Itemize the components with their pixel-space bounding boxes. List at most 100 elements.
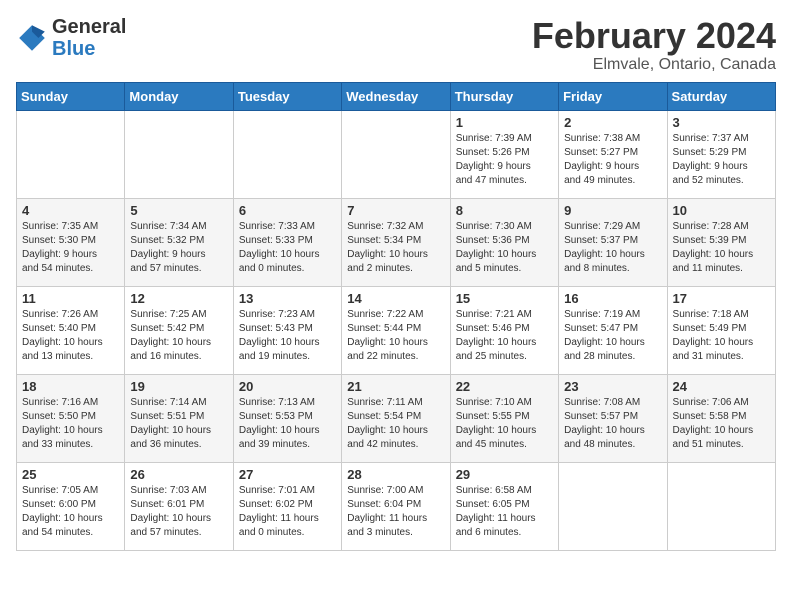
cell-w5-d6	[559, 462, 667, 550]
cell-w1-d3	[233, 110, 341, 198]
day-info: Sunrise: 7:11 AM Sunset: 5:54 PM Dayligh…	[347, 396, 444, 452]
day-number: 15	[456, 291, 553, 306]
day-info: Sunrise: 7:03 AM Sunset: 6:01 PM Dayligh…	[130, 484, 227, 540]
cell-w3-d3: 13 Sunrise: 7:23 AM Sunset: 5:43 PM Dayli…	[233, 286, 341, 374]
calendar-title: February 2024	[532, 16, 776, 56]
day-number: 24	[673, 379, 770, 394]
cell-w1-d6: 2Sunrise: 7:38 AM Sunset: 5:27 PM Daylig…	[559, 110, 667, 198]
cell-w3-d7: 17 Sunrise: 7:18 AM Sunset: 5:49 PM Dayli…	[667, 286, 775, 374]
day-number: 9	[564, 203, 661, 218]
day-number: 27	[239, 467, 336, 482]
day-number: 3	[673, 115, 770, 130]
day-number: 13	[239, 291, 336, 306]
day-number: 29	[456, 467, 553, 482]
cell-w4-d3: 20 Sunrise: 7:13 AM Sunset: 5:53 PM Dayli…	[233, 374, 341, 462]
day-info: Sunrise: 7:29 AM Sunset: 5:37 PM Dayligh…	[564, 220, 661, 276]
header-monday: Monday	[125, 82, 233, 110]
cell-w5-d2: 26 Sunrise: 7:03 AM Sunset: 6:01 PM Dayli…	[125, 462, 233, 550]
week-row-2: 4 Sunrise: 7:35 AM Sunset: 5:30 PM Daylig…	[17, 198, 776, 286]
day-info: Sunrise: 7:18 AM Sunset: 5:49 PM Dayligh…	[673, 308, 770, 364]
day-number: 5	[130, 203, 227, 218]
cell-w2-d2: 5 Sunrise: 7:34 AM Sunset: 5:32 PM Daylig…	[125, 198, 233, 286]
header-wednesday: Wednesday	[342, 82, 450, 110]
day-number: 28	[347, 467, 444, 482]
day-info: Sunrise: 7:06 AM Sunset: 5:58 PM Dayligh…	[673, 396, 770, 452]
day-info: Sunrise: 7:01 AM Sunset: 6:02 PM Dayligh…	[239, 484, 336, 540]
day-info: Sunrise: 7:05 AM Sunset: 6:00 PM Dayligh…	[22, 484, 119, 540]
day-info: Sunrise: 7:00 AM Sunset: 6:04 PM Dayligh…	[347, 484, 444, 540]
day-info: Sunrise: 7:32 AM Sunset: 5:34 PM Dayligh…	[347, 220, 444, 276]
cell-w5-d5: 29 Sunrise: 6:58 AM Sunset: 6:05 PM Dayli…	[450, 462, 558, 550]
day-info: Sunrise: 7:38 AM Sunset: 5:27 PM Dayligh…	[564, 132, 661, 188]
cell-w3-d5: 15 Sunrise: 7:21 AM Sunset: 5:46 PM Dayli…	[450, 286, 558, 374]
week-row-3: 11Sunrise: 7:26 AM Sunset: 5:40 PM Dayli…	[17, 286, 776, 374]
cell-w3-d1: 11Sunrise: 7:26 AM Sunset: 5:40 PM Dayli…	[17, 286, 125, 374]
header-tuesday: Tuesday	[233, 82, 341, 110]
week-row-1: 1 Sunrise: 7:39 AM Sunset: 5:26 PM Daylig…	[17, 110, 776, 198]
day-number: 4	[22, 203, 119, 218]
week-row-4: 18 Sunrise: 7:16 AM Sunset: 5:50 PM Dayli…	[17, 374, 776, 462]
day-info: Sunrise: 7:35 AM Sunset: 5:30 PM Dayligh…	[22, 220, 119, 276]
logo-text: GeneralBlue	[52, 16, 126, 60]
cell-w1-d4	[342, 110, 450, 198]
day-number: 26	[130, 467, 227, 482]
cell-w4-d4: 21 Sunrise: 7:11 AM Sunset: 5:54 PM Dayli…	[342, 374, 450, 462]
day-number: 14	[347, 291, 444, 306]
cell-w2-d5: 8Sunrise: 7:30 AM Sunset: 5:36 PM Daylig…	[450, 198, 558, 286]
day-info: Sunrise: 7:33 AM Sunset: 5:33 PM Dayligh…	[239, 220, 336, 276]
cell-w1-d5: 1 Sunrise: 7:39 AM Sunset: 5:26 PM Daylig…	[450, 110, 558, 198]
cell-w2-d4: 7 Sunrise: 7:32 AM Sunset: 5:34 PM Daylig…	[342, 198, 450, 286]
cell-w3-d6: 16Sunrise: 7:19 AM Sunset: 5:47 PM Dayli…	[559, 286, 667, 374]
day-number: 12	[130, 291, 227, 306]
day-info: Sunrise: 7:28 AM Sunset: 5:39 PM Dayligh…	[673, 220, 770, 276]
cell-w2-d1: 4 Sunrise: 7:35 AM Sunset: 5:30 PM Daylig…	[17, 198, 125, 286]
day-number: 22	[456, 379, 553, 394]
cell-w4-d6: 23Sunrise: 7:08 AM Sunset: 5:57 PM Dayli…	[559, 374, 667, 462]
cell-w4-d1: 18 Sunrise: 7:16 AM Sunset: 5:50 PM Dayli…	[17, 374, 125, 462]
day-info: Sunrise: 6:58 AM Sunset: 6:05 PM Dayligh…	[456, 484, 553, 540]
day-info: Sunrise: 7:13 AM Sunset: 5:53 PM Dayligh…	[239, 396, 336, 452]
page-header: GeneralBlue February 2024 Elmvale, Ontar…	[16, 16, 776, 74]
day-info: Sunrise: 7:16 AM Sunset: 5:50 PM Dayligh…	[22, 396, 119, 452]
day-number: 16	[564, 291, 661, 306]
day-info: Sunrise: 7:23 AM Sunset: 5:43 PM Dayligh…	[239, 308, 336, 364]
cell-w1-d1	[17, 110, 125, 198]
logo: GeneralBlue	[16, 16, 126, 60]
day-number: 21	[347, 379, 444, 394]
day-info: Sunrise: 7:39 AM Sunset: 5:26 PM Dayligh…	[456, 132, 553, 188]
day-info: Sunrise: 7:37 AM Sunset: 5:29 PM Dayligh…	[673, 132, 770, 188]
cell-w1-d2	[125, 110, 233, 198]
cell-w4-d5: 22Sunrise: 7:10 AM Sunset: 5:55 PM Dayli…	[450, 374, 558, 462]
day-number: 23	[564, 379, 661, 394]
day-number: 10	[673, 203, 770, 218]
day-number: 19	[130, 379, 227, 394]
cell-w3-d2: 12Sunrise: 7:25 AM Sunset: 5:42 PM Dayli…	[125, 286, 233, 374]
header-friday: Friday	[559, 82, 667, 110]
header-row: Sunday Monday Tuesday Wednesday Thursday…	[17, 82, 776, 110]
header-saturday: Saturday	[667, 82, 775, 110]
day-number: 18	[22, 379, 119, 394]
cell-w2-d6: 9 Sunrise: 7:29 AM Sunset: 5:37 PM Daylig…	[559, 198, 667, 286]
day-number: 1	[456, 115, 553, 130]
day-number: 6	[239, 203, 336, 218]
day-number: 25	[22, 467, 119, 482]
header-thursday: Thursday	[450, 82, 558, 110]
day-number: 20	[239, 379, 336, 394]
day-info: Sunrise: 7:14 AM Sunset: 5:51 PM Dayligh…	[130, 396, 227, 452]
logo-icon	[16, 22, 48, 54]
day-info: Sunrise: 7:21 AM Sunset: 5:46 PM Dayligh…	[456, 308, 553, 364]
day-number: 7	[347, 203, 444, 218]
title-section: February 2024 Elmvale, Ontario, Canada	[532, 16, 776, 74]
cell-w1-d7: 3 Sunrise: 7:37 AM Sunset: 5:29 PM Daylig…	[667, 110, 775, 198]
cell-w5-d7	[667, 462, 775, 550]
cell-w3-d4: 14 Sunrise: 7:22 AM Sunset: 5:44 PM Dayli…	[342, 286, 450, 374]
day-info: Sunrise: 7:34 AM Sunset: 5:32 PM Dayligh…	[130, 220, 227, 276]
week-row-5: 25 Sunrise: 7:05 AM Sunset: 6:00 PM Dayli…	[17, 462, 776, 550]
calendar-subtitle: Elmvale, Ontario, Canada	[532, 56, 776, 74]
cell-w5-d3: 27 Sunrise: 7:01 AM Sunset: 6:02 PM Dayli…	[233, 462, 341, 550]
day-number: 11	[22, 291, 119, 306]
day-info: Sunrise: 7:22 AM Sunset: 5:44 PM Dayligh…	[347, 308, 444, 364]
cell-w2-d3: 6 Sunrise: 7:33 AM Sunset: 5:33 PM Daylig…	[233, 198, 341, 286]
day-number: 17	[673, 291, 770, 306]
day-number: 8	[456, 203, 553, 218]
